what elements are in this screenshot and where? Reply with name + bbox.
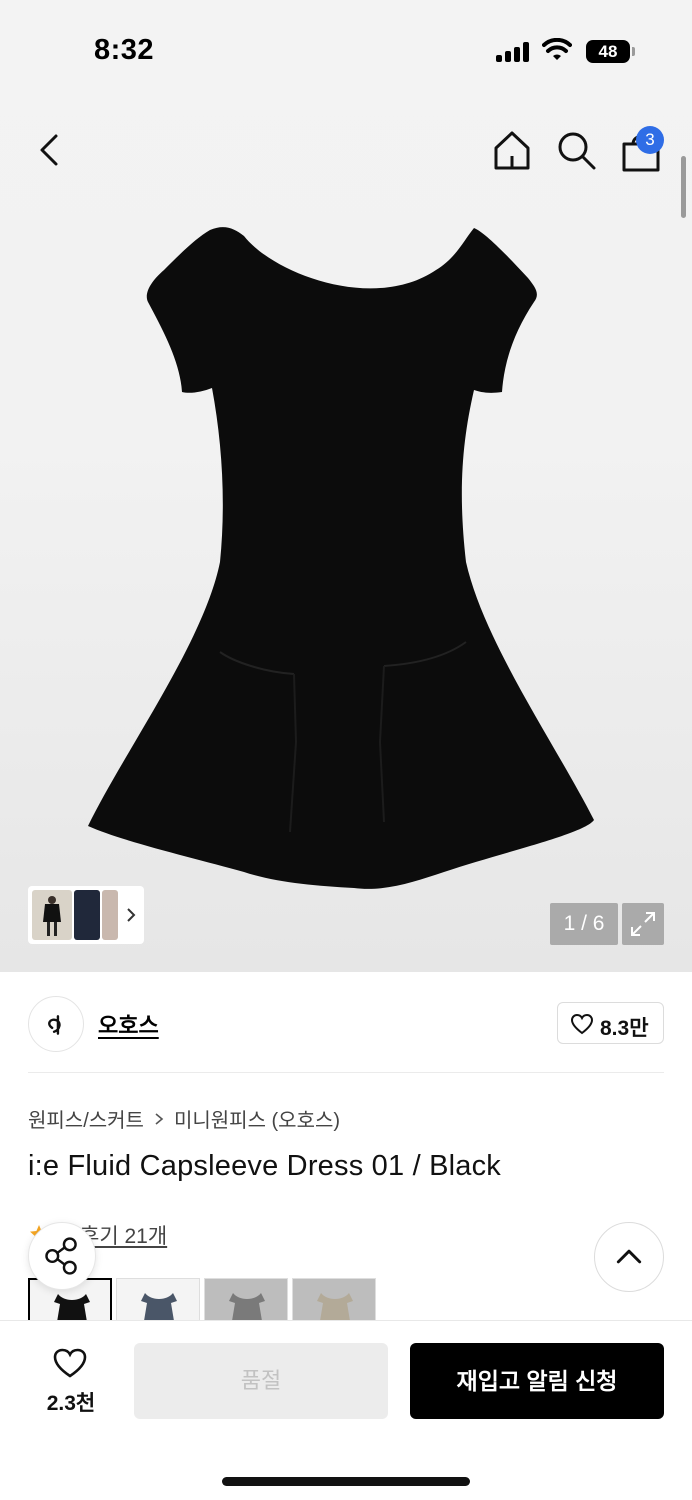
expand-icon[interactable] [622, 903, 664, 945]
heart-icon [53, 1348, 87, 1378]
battery-tip [632, 47, 635, 56]
dress-thumbnail [141, 1293, 177, 1322]
chevron-right-icon [127, 908, 136, 922]
battery-level: 48 [598, 42, 618, 61]
bottom-action-bar: 2.3천 품절 재입고 알림 신청 [0, 1320, 692, 1500]
dress-thumbnail [229, 1293, 265, 1322]
wishlist-count: 2.3천 [46, 1392, 96, 1415]
thumbnail-dark-photo [74, 890, 100, 940]
thumbnail-model-photo [32, 890, 72, 940]
product-image [88, 227, 594, 889]
breadcrumb-subcategory[interactable]: 미니원피스 (오호스) [174, 1104, 340, 1133]
cart-count-badge: 3 [636, 126, 664, 154]
heart-icon [570, 1013, 594, 1035]
dress-thumbnail [317, 1293, 353, 1322]
color-swatch-gray[interactable] [204, 1278, 288, 1322]
cellular-signal-icon [496, 42, 532, 62]
breadcrumb-category[interactable]: 원피스/스커트 [28, 1104, 144, 1133]
brand-like-count: 8.3만 [600, 1017, 649, 1040]
home-icon[interactable] [490, 128, 534, 172]
color-swatch-beige[interactable] [292, 1278, 376, 1322]
home-indicator [222, 1477, 470, 1486]
restock-notification-button[interactable]: 재입고 알림 신청 [410, 1343, 664, 1419]
wifi-icon [542, 38, 572, 60]
status-time: 8:32 [94, 34, 155, 66]
image-counter: 1 / 6 [550, 903, 618, 945]
share-icon[interactable] [28, 1222, 96, 1290]
brand-logo[interactable] [28, 996, 84, 1052]
breadcrumb: 원피스/스커트 미니원피스 (오호스) [28, 1104, 340, 1133]
divider [28, 1072, 664, 1073]
thumbnail-light-photo [102, 890, 118, 940]
product-title: i:e Fluid Capsleeve Dress 01 / Black [28, 1150, 502, 1182]
scrollbar[interactable] [681, 156, 686, 218]
search-icon[interactable] [554, 128, 598, 172]
sold-out-button: 품절 [134, 1343, 388, 1419]
dress-thumbnail [54, 1294, 90, 1322]
chevron-right-icon [155, 1112, 164, 1125]
wishlist-button[interactable]: 2.3천 [36, 1347, 106, 1417]
color-swatch-navy[interactable] [116, 1278, 200, 1322]
back-arrow-icon[interactable] [30, 128, 70, 172]
brand-like-button[interactable]: 8.3만 [557, 1002, 664, 1044]
status-bar: 8:32 48 [0, 0, 692, 100]
scroll-to-top-chevron-up-icon[interactable] [594, 1222, 664, 1292]
thumbnail-strip[interactable] [28, 886, 144, 944]
brand-name[interactable]: 오호스 [98, 1008, 159, 1040]
battery-icon: 48 [586, 40, 630, 63]
